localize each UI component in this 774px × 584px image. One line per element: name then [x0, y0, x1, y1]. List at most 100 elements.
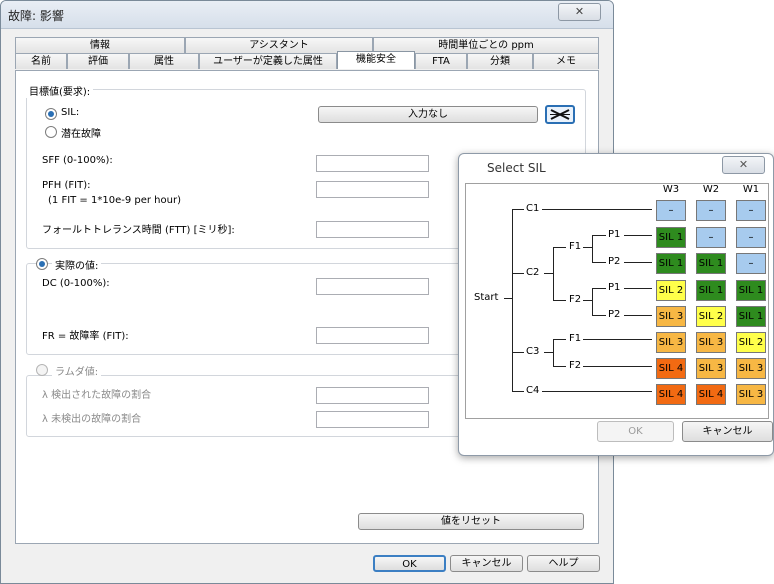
- help-button[interactable]: ヘルプ: [527, 555, 600, 572]
- pfh-note: (1 FIT = 1*10e-9 per hour): [48, 195, 181, 206]
- c2-branch: [512, 273, 524, 274]
- c3-trunk: [553, 339, 554, 366]
- node-p1-f1: P1: [608, 229, 621, 240]
- pfh-input[interactable]: [316, 181, 429, 198]
- dialog-title: Select SIL: [487, 161, 546, 175]
- tab-classification[interactable]: 分類: [467, 53, 533, 69]
- sil-cell-r8-w3[interactable]: SIL 4: [656, 384, 686, 405]
- p2-line-1: [624, 262, 652, 263]
- actual-group-label: 実際の値:: [52, 257, 102, 272]
- f1-p2-branch: [592, 262, 606, 263]
- sil-cell-r3-w3[interactable]: SIL 1: [656, 253, 686, 274]
- sil-cell-r5-w3[interactable]: SIL 3: [656, 306, 686, 327]
- sil-cell-r2-w1[interactable]: –: [736, 227, 766, 248]
- c2-connector: [544, 273, 553, 274]
- sff-input[interactable]: [316, 155, 429, 172]
- tab-info[interactable]: 情報: [15, 37, 185, 53]
- risk-graph: W3 W2 W1 Start C1 C2 C3 C4 F1 F2 F1 F2 P…: [465, 183, 769, 419]
- column-header-w1: W1: [742, 184, 760, 195]
- latent-fault-label: 潜在故障: [61, 129, 101, 140]
- c4-branch: [512, 391, 524, 392]
- ok-button[interactable]: OK: [373, 555, 446, 572]
- reset-values-button[interactable]: 値をリセット: [358, 513, 584, 530]
- c3-branch: [512, 352, 524, 353]
- tab-attributes[interactable]: 属性: [129, 53, 199, 69]
- sil-cell-r6-w1[interactable]: SIL 2: [736, 332, 766, 353]
- c2-f1-branch: [553, 247, 566, 248]
- node-f2-c2: F2: [569, 294, 582, 305]
- lambda-undetected-input[interactable]: [316, 411, 429, 428]
- sil-cell-r8-w1[interactable]: SIL 3: [736, 384, 766, 405]
- sil-cell-r2-w3[interactable]: SIL 1: [656, 227, 686, 248]
- latent-fault-radio[interactable]: [45, 126, 57, 138]
- cancel-button[interactable]: キャンセル: [450, 555, 523, 572]
- tab-user-attributes[interactable]: ユーザーが定義した属性: [199, 53, 337, 69]
- sil-cell-r1-w3[interactable]: –: [656, 200, 686, 221]
- start-trunk: [512, 209, 513, 391]
- node-c3: C3: [526, 346, 540, 357]
- target-group-label: 目標値(要求):: [26, 83, 94, 98]
- c1-branch: [512, 209, 524, 210]
- p1-line-2: [624, 288, 652, 289]
- no-input-button[interactable]: 入力なし: [318, 106, 538, 123]
- ftt-input[interactable]: [316, 221, 429, 238]
- sil-cell-r3-w1[interactable]: –: [736, 253, 766, 274]
- sil-cell-r5-w2[interactable]: SIL 2: [696, 306, 726, 327]
- node-p2-f1: P2: [608, 256, 621, 267]
- pfh-label: PFH (FIT):: [42, 180, 91, 191]
- actual-value-radio[interactable]: [36, 258, 48, 270]
- tab-name[interactable]: 名前: [15, 53, 67, 69]
- sil-cell-r3-w2[interactable]: SIL 1: [696, 253, 726, 274]
- sil-cell-r4-w1[interactable]: SIL 1: [736, 280, 766, 301]
- lambda-undetected-label: λ 未検出の故障の割合: [42, 414, 142, 425]
- select-sil-dialog: Select SIL ✕ W3 W2 W1 Start C1 C2 C3 C4 …: [458, 153, 774, 456]
- lambda-value-radio[interactable]: [36, 364, 48, 376]
- tab-fta[interactable]: FTA: [415, 53, 467, 69]
- dialog-ok-button[interactable]: OK: [597, 421, 674, 442]
- sil-cell-r6-w2[interactable]: SIL 3: [696, 332, 726, 353]
- ftt-label: フォールトトレランス時間 (FTT) [ミリ秒]:: [42, 225, 235, 236]
- f1-trunk: [592, 235, 593, 262]
- fr-input[interactable]: [316, 327, 429, 344]
- close-button[interactable]: ✕: [558, 3, 601, 21]
- lambda-group-label: ラムダ値:: [52, 363, 102, 378]
- c2-trunk: [553, 247, 554, 300]
- sil-cell-r2-w2[interactable]: –: [696, 227, 726, 248]
- f2-p2-branch: [592, 315, 606, 316]
- title-bar: 故障: 影響 ✕: [1, 1, 613, 29]
- tab-evaluation[interactable]: 評価: [67, 53, 129, 69]
- sil-label: SIL:: [61, 107, 80, 118]
- dc-label: DC (0-100%):: [42, 278, 110, 289]
- sil-cell-r7-w1[interactable]: SIL 3: [736, 358, 766, 379]
- sil-cell-r1-w1[interactable]: –: [736, 200, 766, 221]
- node-f1-c2: F1: [569, 241, 582, 252]
- tab-memo[interactable]: メモ: [533, 53, 599, 69]
- c4-line: [542, 391, 652, 392]
- node-c4: C4: [526, 385, 540, 396]
- f2-p1-branch: [592, 288, 606, 289]
- sil-cell-r4-w2[interactable]: SIL 1: [696, 280, 726, 301]
- sil-cell-r7-w2[interactable]: SIL 3: [696, 358, 726, 379]
- f2-connector: [583, 300, 592, 301]
- sil-radio[interactable]: [45, 108, 57, 120]
- dialog-close-button[interactable]: ✕: [722, 156, 765, 174]
- dialog-cancel-button[interactable]: キャンセル: [682, 421, 773, 442]
- sil-cell-r4-w3[interactable]: SIL 2: [656, 280, 686, 301]
- c1-line: [542, 209, 652, 210]
- dc-input[interactable]: [316, 278, 429, 295]
- sil-cell-r1-w2[interactable]: –: [696, 200, 726, 221]
- node-p2-f2: P2: [608, 309, 621, 320]
- clear-sil-button[interactable]: [545, 105, 575, 124]
- f1-connector: [583, 247, 592, 248]
- sil-cell-r6-w3[interactable]: SIL 3: [656, 332, 686, 353]
- lambda-detected-input[interactable]: [316, 387, 429, 404]
- sil-cell-r8-w2[interactable]: SIL 4: [696, 384, 726, 405]
- p2-line-2: [624, 315, 652, 316]
- c3-f2-line: [583, 366, 652, 367]
- sil-cell-r7-w3[interactable]: SIL 4: [656, 358, 686, 379]
- c3-connector: [544, 352, 553, 353]
- scissors-icon: [550, 109, 570, 120]
- tab-functional-safety[interactable]: 機能安全: [337, 51, 415, 69]
- sil-cell-r5-w1[interactable]: SIL 1: [736, 306, 766, 327]
- c3-f1-branch: [553, 339, 566, 340]
